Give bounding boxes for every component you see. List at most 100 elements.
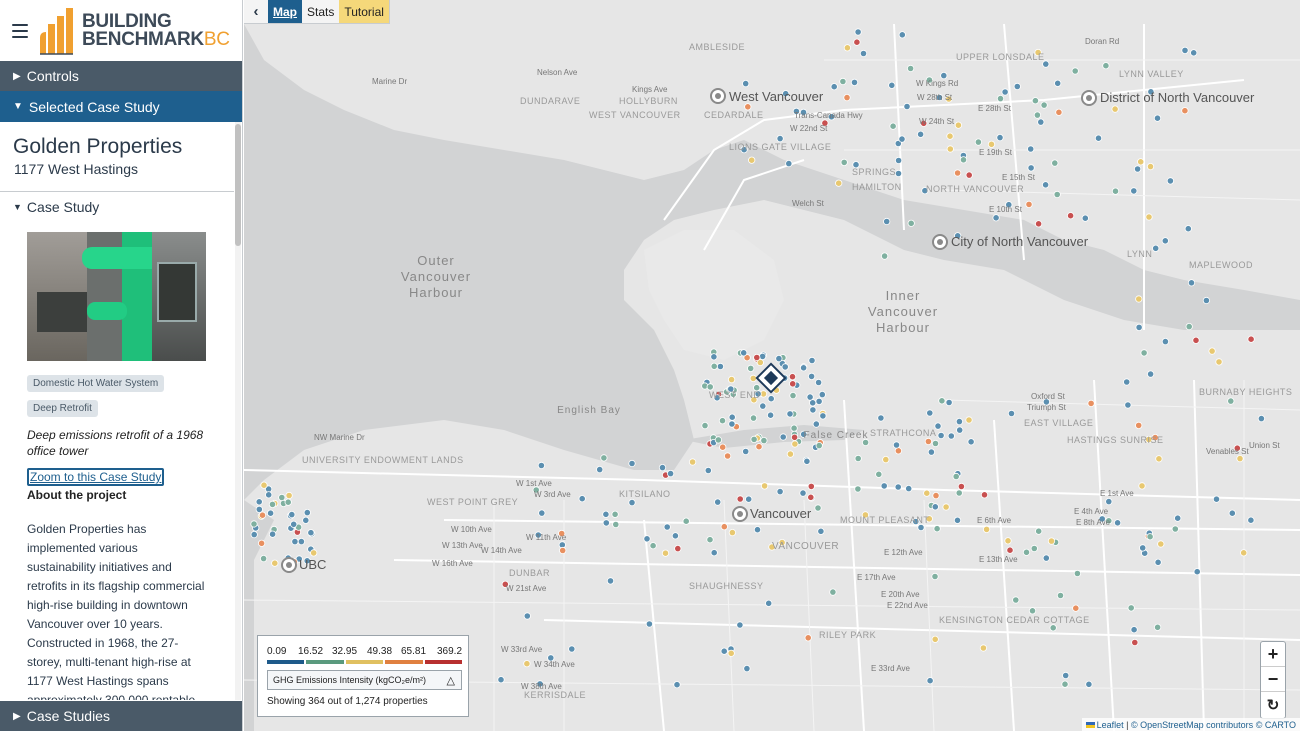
controls-section-toggle[interactable]: ▶ Controls bbox=[0, 61, 242, 91]
property-marker[interactable] bbox=[278, 493, 286, 502]
property-marker[interactable] bbox=[927, 448, 936, 456]
property-marker[interactable] bbox=[1040, 101, 1048, 109]
property-marker[interactable] bbox=[955, 417, 964, 426]
property-marker[interactable] bbox=[931, 503, 939, 511]
map-canvas[interactable]: West Vancouver District of North Vancouv… bbox=[244, 0, 1300, 731]
property-marker[interactable] bbox=[965, 171, 973, 179]
selected-case-study-toggle[interactable]: ▼ Selected Case Study bbox=[0, 91, 242, 122]
property-marker[interactable] bbox=[765, 599, 773, 607]
property-marker[interactable] bbox=[1047, 537, 1056, 545]
property-marker[interactable] bbox=[1041, 181, 1050, 189]
property-marker[interactable] bbox=[799, 489, 807, 497]
property-marker[interactable] bbox=[759, 402, 767, 410]
property-marker[interactable] bbox=[259, 554, 268, 563]
case-studies-section-toggle[interactable]: ▶ Case Studies bbox=[0, 701, 242, 731]
property-marker[interactable] bbox=[766, 411, 775, 419]
property-marker[interactable] bbox=[967, 438, 975, 446]
property-marker[interactable] bbox=[288, 510, 296, 519]
property-marker[interactable] bbox=[1025, 200, 1033, 208]
property-marker[interactable] bbox=[728, 413, 736, 421]
property-marker[interactable] bbox=[740, 349, 748, 357]
property-marker[interactable] bbox=[1105, 497, 1113, 506]
property-marker[interactable] bbox=[1035, 527, 1043, 535]
property-marker[interactable] bbox=[956, 426, 964, 434]
property-marker[interactable] bbox=[1087, 399, 1095, 407]
property-marker[interactable] bbox=[947, 432, 955, 440]
property-marker[interactable] bbox=[1212, 495, 1221, 503]
property-marker[interactable] bbox=[753, 353, 761, 362]
property-marker[interactable] bbox=[749, 414, 758, 422]
property-marker[interactable] bbox=[1073, 569, 1082, 578]
property-marker[interactable] bbox=[612, 520, 620, 529]
property-marker[interactable] bbox=[537, 461, 545, 470]
property-marker[interactable] bbox=[1133, 165, 1142, 173]
property-marker[interactable] bbox=[666, 469, 675, 478]
property-marker[interactable] bbox=[745, 495, 753, 503]
property-marker[interactable] bbox=[611, 510, 619, 518]
property-marker[interactable] bbox=[906, 64, 915, 73]
property-marker[interactable] bbox=[1157, 540, 1165, 548]
property-marker[interactable] bbox=[628, 498, 636, 507]
property-marker[interactable] bbox=[942, 503, 950, 511]
property-marker[interactable] bbox=[649, 542, 657, 550]
property-marker[interactable] bbox=[1007, 409, 1016, 418]
property-marker[interactable] bbox=[674, 544, 682, 553]
property-marker[interactable] bbox=[767, 395, 775, 403]
property-marker[interactable] bbox=[775, 354, 783, 363]
property-marker[interactable] bbox=[1139, 544, 1147, 552]
tab-tutorial[interactable]: Tutorial bbox=[339, 0, 389, 23]
property-marker[interactable] bbox=[815, 397, 823, 405]
property-marker[interactable] bbox=[671, 532, 679, 540]
property-marker[interactable] bbox=[1181, 107, 1189, 115]
property-marker[interactable] bbox=[854, 485, 862, 493]
property-marker[interactable] bbox=[1161, 337, 1170, 346]
property-marker[interactable] bbox=[727, 649, 735, 657]
property-marker[interactable] bbox=[559, 546, 567, 555]
property-marker[interactable] bbox=[297, 537, 306, 546]
property-marker[interactable] bbox=[996, 95, 1005, 103]
property-marker[interactable] bbox=[285, 491, 293, 500]
property-marker[interactable] bbox=[907, 219, 915, 227]
property-marker[interactable] bbox=[307, 529, 315, 537]
property-marker[interactable] bbox=[898, 135, 906, 143]
property-marker[interactable] bbox=[987, 140, 996, 148]
property-marker[interactable] bbox=[843, 94, 851, 102]
property-marker[interactable] bbox=[1154, 558, 1162, 566]
property-marker[interactable] bbox=[742, 80, 750, 88]
property-marker[interactable] bbox=[1131, 638, 1139, 647]
property-marker[interactable] bbox=[706, 536, 714, 544]
property-marker[interactable] bbox=[1061, 680, 1069, 688]
property-marker[interactable] bbox=[673, 681, 681, 689]
property-marker[interactable] bbox=[1171, 525, 1179, 533]
property-marker[interactable] bbox=[1240, 549, 1248, 557]
property-marker[interactable] bbox=[974, 138, 983, 146]
property-marker[interactable] bbox=[628, 459, 636, 468]
chevron-left-icon[interactable]: ‹ bbox=[244, 0, 268, 23]
property-marker[interactable] bbox=[284, 498, 292, 506]
property-marker[interactable] bbox=[523, 612, 531, 620]
property-marker[interactable] bbox=[1111, 105, 1119, 113]
property-marker[interactable] bbox=[883, 217, 891, 226]
property-marker[interactable] bbox=[954, 121, 963, 129]
property-marker[interactable] bbox=[758, 352, 767, 360]
property-marker[interactable] bbox=[926, 677, 934, 685]
property-marker[interactable] bbox=[808, 356, 816, 365]
property-marker[interactable] bbox=[931, 572, 939, 581]
property-marker[interactable] bbox=[663, 523, 671, 531]
property-marker[interactable] bbox=[596, 465, 604, 474]
property-marker[interactable] bbox=[1033, 111, 1042, 119]
property-marker[interactable] bbox=[736, 495, 744, 503]
property-marker[interactable] bbox=[716, 362, 724, 371]
property-marker[interactable] bbox=[714, 498, 722, 506]
property-marker[interactable] bbox=[747, 364, 755, 372]
property-marker[interactable] bbox=[1257, 414, 1266, 423]
property-marker[interactable] bbox=[940, 72, 948, 80]
property-marker[interactable] bbox=[854, 454, 862, 463]
osm-link[interactable]: © OpenStreetMap contributors bbox=[1131, 720, 1253, 730]
property-marker[interactable] bbox=[804, 634, 812, 642]
property-marker[interactable] bbox=[819, 412, 827, 420]
property-marker[interactable] bbox=[538, 509, 546, 517]
property-marker[interactable] bbox=[255, 498, 263, 506]
property-marker[interactable] bbox=[814, 504, 822, 512]
property-marker[interactable] bbox=[926, 409, 934, 417]
